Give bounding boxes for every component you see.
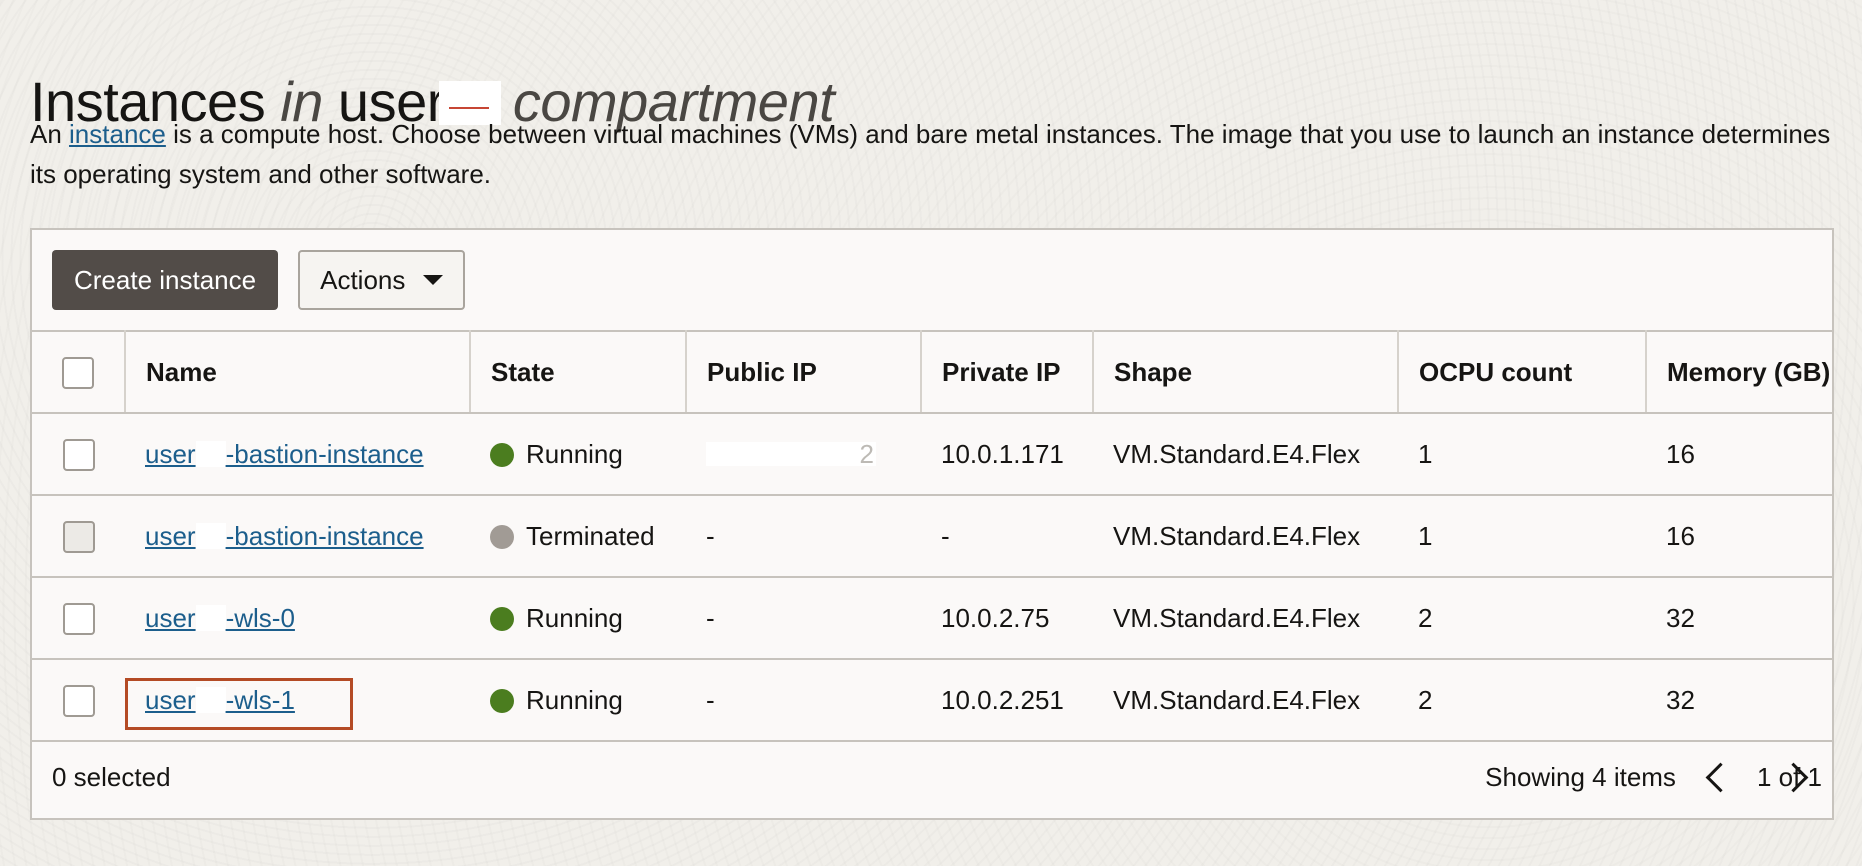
previous-page-icon[interactable] [1705, 762, 1736, 792]
showing-items-text: Showing 4 items [1485, 761, 1676, 792]
private-ip-cell: 10.0.2.251 [921, 659, 1093, 742]
status-dot-icon [490, 606, 514, 631]
public-ip-cell: - [686, 577, 921, 660]
table-row: user-bastion-instance Running 10.0.1.171… [32, 413, 1832, 496]
page-description: An instance is a compute host. Choose be… [30, 119, 1831, 189]
shape-cell: VM.Standard.E4.Flex [1093, 495, 1398, 578]
state-cell: Running [470, 413, 686, 496]
instances-table: Name State Public IP Private IP Shape OC… [32, 330, 1832, 742]
instances-panel: Create instance Actions Name State Publi… [30, 228, 1834, 820]
shape-cell: VM.Standard.E4.Flex [1093, 413, 1398, 496]
public-ip-cell: - [686, 659, 921, 742]
state-cell: Running [470, 659, 686, 742]
instance-name-cell: user -bastion-instance [125, 413, 470, 496]
page: Instances in user compartment An instance… [0, 0, 1862, 866]
table-row: user -wls-1 Running - 10.0.2.251 VM.Stand… [32, 659, 1832, 742]
toolbar: Create instance Actions [52, 250, 466, 310]
private-ip-cell: - [921, 495, 1093, 578]
public-ip-cell [686, 413, 921, 496]
table-row: user -wls-0 Running - 10.0.2.75 VM.Standa… [32, 577, 1832, 660]
ocpu-cell: 1 [1398, 495, 1646, 578]
shape-cell: VM.Standard.E4.Flex [1093, 659, 1398, 742]
caret-down-icon [423, 275, 444, 285]
status-dot-icon [490, 442, 514, 467]
ocpu-cell: 1 [1398, 413, 1646, 496]
column-header-state[interactable]: State [470, 330, 687, 414]
private-ip-cell: 10.0.1.171 [921, 413, 1093, 496]
table-footer: 0 selected Showing 4 items 1 of 1 [32, 736, 1832, 818]
instance-name-cell: user -bastion-instance [125, 495, 470, 578]
redacted-text [195, 686, 226, 713]
redacted-text [195, 522, 226, 549]
selected-count: 0 selected [52, 761, 171, 792]
instance-name-cell: user -wls-0 [125, 577, 470, 660]
row-checkbox[interactable] [62, 684, 95, 717]
status-dot-icon [490, 688, 514, 713]
redacted-text [195, 604, 226, 631]
instance-doc-link[interactable]: instance [69, 119, 166, 149]
actions-label: Actions [320, 264, 406, 295]
instance-name-link[interactable]: user -bastion-instance [145, 439, 424, 470]
actions-dropdown-button[interactable]: Actions [298, 250, 466, 310]
table-row: user -bastion-instance Terminated - - VM.… [32, 495, 1832, 578]
select-all-checkbox[interactable] [62, 356, 94, 389]
memory-cell: 16 [1646, 495, 1832, 578]
column-header-shape[interactable]: Shape [1093, 330, 1399, 414]
instance-name-cell: user -wls-1 [125, 659, 470, 742]
ocpu-cell: 2 [1398, 659, 1646, 742]
column-header-memory[interactable]: Memory (GB) [1646, 330, 1832, 414]
public-ip-cell: - [686, 495, 921, 578]
memory-cell: 32 [1646, 659, 1832, 742]
instance-name-link[interactable]: user -wls-1 [145, 685, 295, 716]
instance-name-link[interactable]: user -bastion-instance [145, 521, 424, 552]
column-header-public-ip[interactable]: Public IP [686, 330, 922, 414]
pagination: Showing 4 items 1 of 1 [1485, 762, 1822, 793]
ocpu-cell: 2 [1398, 577, 1646, 660]
redacted-text [195, 440, 226, 467]
memory-cell: 32 [1646, 577, 1832, 660]
memory-cell: 16 [1646, 413, 1832, 496]
create-instance-button[interactable]: Create instance [52, 250, 279, 310]
row-checkbox[interactable] [62, 520, 95, 553]
table-header-row: Name State Public IP Private IP Shape OC… [32, 330, 1832, 414]
column-header-private-ip[interactable]: Private IP [921, 330, 1094, 414]
column-header-ocpu-count[interactable]: OCPU count [1398, 330, 1647, 414]
state-cell: Terminated [470, 495, 686, 578]
select-all-header [32, 330, 126, 414]
column-header-name[interactable]: Name [125, 330, 471, 414]
row-checkbox[interactable] [62, 438, 95, 471]
private-ip-cell: 10.0.2.75 [921, 577, 1093, 660]
row-checkbox[interactable] [62, 602, 95, 635]
redacted-public-ip [706, 439, 876, 470]
status-dot-icon [490, 524, 514, 549]
instance-name-link[interactable]: user -wls-0 [145, 603, 295, 634]
state-cell: Running [470, 577, 686, 660]
shape-cell: VM.Standard.E4.Flex [1093, 577, 1398, 660]
